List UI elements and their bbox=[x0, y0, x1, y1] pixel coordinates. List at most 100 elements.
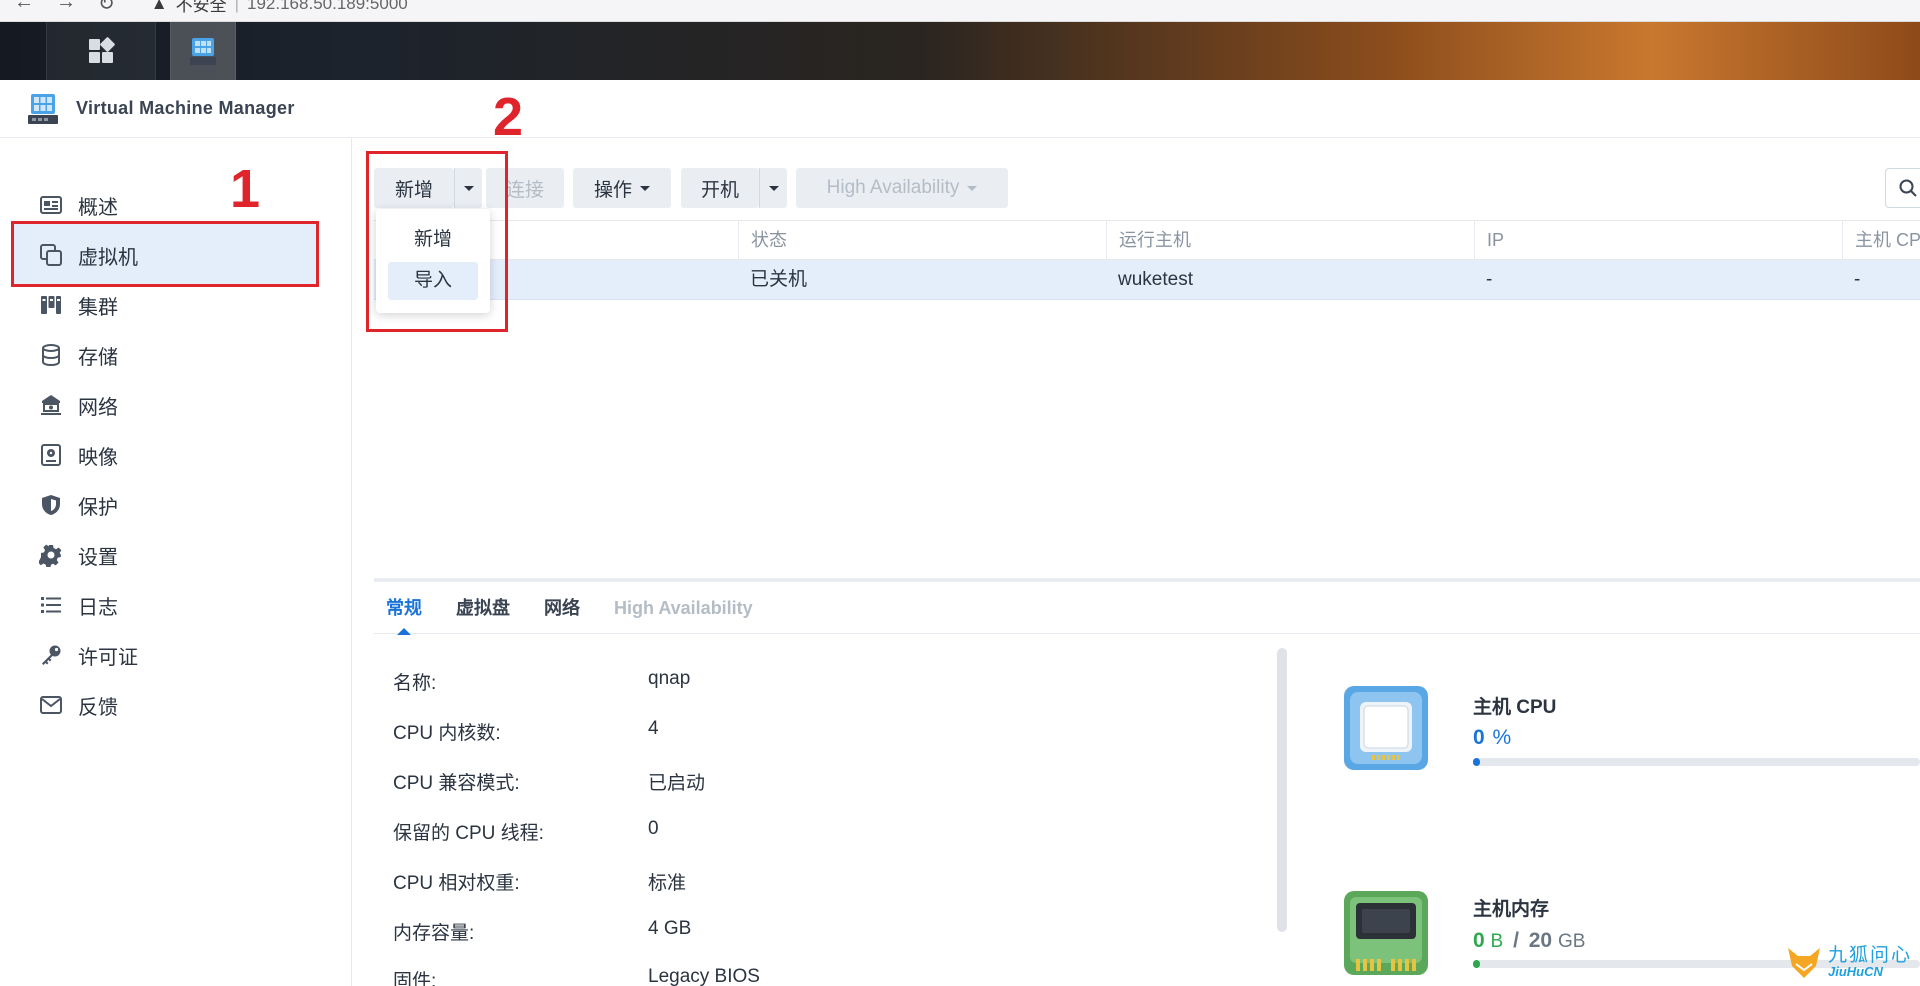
cpu-chip-icon bbox=[1344, 686, 1428, 770]
desktop-taskbar bbox=[0, 22, 1920, 80]
log-list-icon bbox=[38, 592, 64, 618]
host-cpu-value: 0 % bbox=[1473, 726, 1511, 750]
sidebar-item-label: 映像 bbox=[78, 446, 118, 469]
prop-label-reserved-threads: 保留的 CPU 线程: bbox=[393, 823, 544, 844]
network-icon bbox=[38, 392, 64, 418]
vmm-app-icon bbox=[28, 94, 58, 124]
host-memory-total-unit: GB bbox=[1557, 931, 1586, 952]
annotation-number-2: 2 bbox=[493, 87, 524, 147]
host-memory-separator: / bbox=[1513, 929, 1519, 952]
search-icon bbox=[1899, 179, 1917, 197]
vmm-taskbar-button[interactable] bbox=[170, 22, 236, 80]
storage-icon bbox=[38, 342, 64, 368]
sidebar-item-label: 设置 bbox=[78, 546, 118, 569]
high-availability-label: High Availability bbox=[826, 177, 960, 198]
mail-icon bbox=[38, 692, 64, 718]
prop-value-name: qnap bbox=[648, 668, 691, 689]
column-header-host-cpu[interactable]: 主机 CPU bbox=[1842, 221, 1920, 261]
host-cpu-unit: % bbox=[1492, 726, 1512, 749]
sidebar-item-label: 概述 bbox=[78, 196, 118, 219]
sidebar-item-label: 集群 bbox=[78, 296, 118, 319]
host-memory-value: 0 B / 20 GB bbox=[1473, 929, 1585, 953]
column-header-host[interactable]: 运行主机 bbox=[1106, 221, 1406, 261]
tab-network[interactable]: 网络 bbox=[544, 582, 580, 634]
browser-nav: ← → ↻ bbox=[0, 0, 115, 16]
tab-general[interactable]: 常规 bbox=[386, 582, 422, 635]
chevron-down-icon bbox=[768, 185, 779, 191]
watermark-text: 九狐问心 JiuHuCN bbox=[1828, 946, 1912, 978]
host-memory-bar-fill bbox=[1473, 960, 1481, 968]
prop-value-memory: 4 GB bbox=[648, 918, 692, 939]
search-field[interactable] bbox=[1885, 168, 1920, 208]
cell-ip: - bbox=[1486, 269, 1493, 290]
sidebar-item-label: 保护 bbox=[78, 496, 118, 519]
prop-value-cpu-weight: 标准 bbox=[648, 873, 687, 894]
cell-status: 已关机 bbox=[750, 269, 808, 290]
tab-virtual-disk[interactable]: 虚拟盘 bbox=[456, 582, 510, 634]
detail-tabs: 常规 虚拟盘 网络 High Availability bbox=[374, 582, 1920, 635]
watermark-cn: 九狐问心 bbox=[1828, 945, 1913, 966]
prop-value-cpu-compat: 已启动 bbox=[648, 773, 706, 794]
sidebar-item-label: 存储 bbox=[78, 346, 118, 369]
back-icon[interactable]: ← bbox=[14, 0, 34, 16]
host-memory-used-unit: B bbox=[1490, 931, 1504, 952]
column-header-status[interactable]: 状态 bbox=[738, 221, 1038, 261]
watermark: 九狐问心 JiuHuCN bbox=[1784, 938, 1920, 986]
cell-host-cpu: - bbox=[1854, 269, 1861, 290]
column-header-ip[interactable]: IP bbox=[1474, 221, 1774, 261]
host-memory-title: 主机内存 bbox=[1473, 899, 1550, 920]
memory-chip-icon bbox=[1344, 891, 1428, 975]
security-label: 不安全 bbox=[175, 0, 227, 15]
forward-icon[interactable]: → bbox=[56, 0, 76, 16]
host-memory-total: 20 bbox=[1528, 929, 1553, 952]
gear-icon bbox=[38, 542, 64, 568]
high-availability-button[interactable]: High Availability bbox=[796, 168, 1008, 208]
prop-label-name: 名称: bbox=[393, 673, 437, 694]
cell-host: wuketest bbox=[1118, 269, 1193, 290]
fox-logo-icon bbox=[1788, 948, 1820, 978]
main-panel: 新增 连接 操作 开机 High Availability 状态 运行主机 IP… bbox=[353, 138, 1920, 986]
cluster-icon bbox=[38, 292, 64, 318]
host-cpu-percent: 0 bbox=[1473, 726, 1485, 749]
sidebar-item-label: 日志 bbox=[78, 596, 118, 619]
address-url[interactable]: 192.168.50.189:5000 bbox=[247, 0, 408, 14]
annotation-box-1 bbox=[11, 221, 319, 287]
shield-icon bbox=[38, 492, 64, 518]
sidebar-item-label: 许可证 bbox=[78, 646, 138, 669]
sidebar-item-label: 反馈 bbox=[78, 696, 118, 719]
warning-icon: ▲ bbox=[150, 0, 168, 13]
sidebar-item-feedback[interactable]: 反馈 bbox=[14, 674, 316, 736]
browser-toolbar: ← → ↻ ▲ 不安全 | 192.168.50.189:5000 bbox=[0, 0, 1920, 22]
prop-value-reserved-threads: 0 bbox=[648, 818, 659, 839]
host-cpu-bar bbox=[1473, 758, 1920, 766]
key-icon bbox=[38, 642, 64, 668]
prop-label-cpu-compat: CPU 兼容模式: bbox=[393, 773, 520, 794]
address-separator: | bbox=[234, 0, 240, 13]
power-on-button[interactable]: 开机 bbox=[681, 168, 759, 208]
host-cpu-bar-fill bbox=[1473, 758, 1481, 766]
prop-label-cpu-cores: CPU 内核数: bbox=[393, 723, 501, 744]
power-on-dropdown-toggle[interactable] bbox=[759, 168, 787, 208]
sidebar-item-label: 网络 bbox=[78, 396, 118, 419]
window-header: Virtual Machine Manager bbox=[0, 80, 1920, 138]
annotation-box-2 bbox=[366, 151, 508, 332]
overview-icon bbox=[38, 192, 64, 218]
address-bar[interactable]: ▲ 不安全 | 192.168.50.189:5000 bbox=[151, 0, 408, 16]
action-button[interactable]: 操作 bbox=[573, 168, 671, 208]
image-icon bbox=[38, 442, 64, 468]
reload-icon[interactable]: ↻ bbox=[98, 0, 115, 16]
prop-value-cpu-cores: 4 bbox=[648, 718, 659, 739]
chevron-down-icon bbox=[967, 185, 978, 191]
prop-label-firmware: 固件: bbox=[393, 971, 437, 986]
prop-label-cpu-weight: CPU 相对权重: bbox=[393, 873, 520, 894]
host-memory-used: 0 bbox=[1473, 929, 1485, 952]
tab-high-availability[interactable]: High Availability bbox=[614, 582, 753, 634]
host-cpu-title: 主机 CPU bbox=[1473, 697, 1557, 718]
table-row[interactable]: 已关机 wuketest - - bbox=[374, 260, 1920, 300]
app-title: Virtual Machine Manager bbox=[76, 98, 295, 118]
properties-scrollbar[interactable] bbox=[1277, 648, 1287, 932]
action-label: 操作 bbox=[593, 179, 632, 201]
vmm-taskbar-icon bbox=[190, 38, 216, 65]
main-menu-button[interactable] bbox=[46, 22, 156, 80]
main-menu-icon bbox=[89, 37, 115, 63]
